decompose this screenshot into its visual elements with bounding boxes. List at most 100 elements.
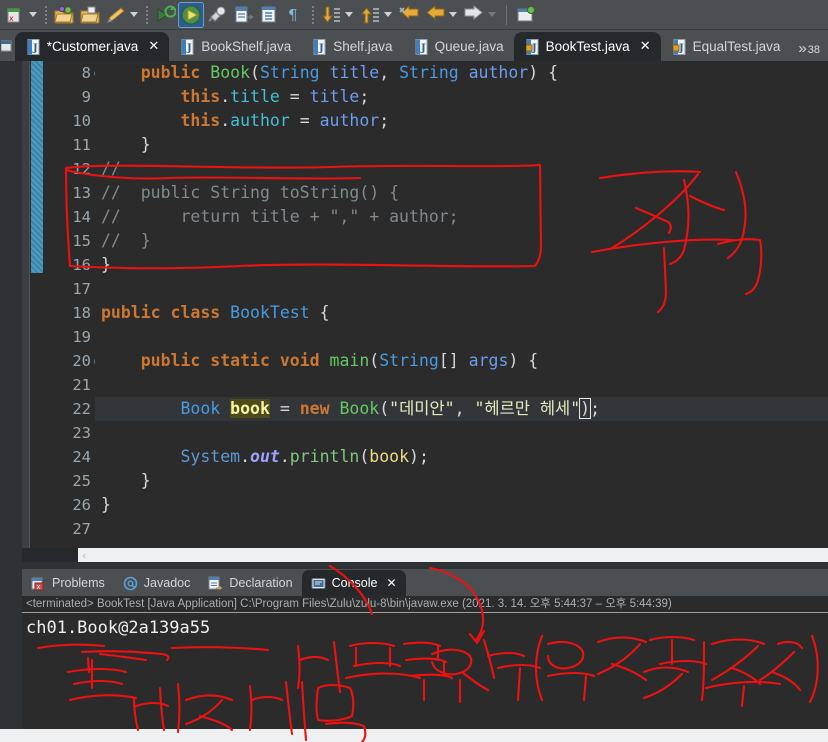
line-number: 18 <box>72 304 91 322</box>
code-line[interactable] <box>95 517 828 541</box>
code-line[interactable]: } <box>95 469 828 493</box>
editor-tab-bookshelfjava[interactable]: J BookShelf.java <box>169 32 301 61</box>
next-annotation-icon[interactable] <box>319 3 343 27</box>
code-content[interactable]: public Book(String title, String author)… <box>95 61 828 561</box>
line-number: 9 <box>81 88 91 106</box>
code-line[interactable]: this.author = author; <box>95 109 828 133</box>
debug-icon[interactable] <box>153 3 177 27</box>
pi-symbol-icon[interactable]: ¶ <box>283 3 307 27</box>
tab-overflow-indicator[interactable]: » 38 <box>790 41 828 61</box>
code-token: "데미안" <box>389 399 455 418</box>
line-number: 15 <box>72 232 91 250</box>
back-icon[interactable] <box>423 3 447 27</box>
run-external-tools-icon[interactable] <box>205 3 229 27</box>
open-project-icon[interactable] <box>52 3 76 27</box>
code-token: . <box>240 447 251 466</box>
edit-caret-icon[interactable] <box>130 12 138 17</box>
code-line[interactable] <box>95 421 828 445</box>
error-log-icon[interactable]: x <box>3 3 27 27</box>
new-java-class-icon[interactable] <box>231 3 255 27</box>
editor-tab-close-icon[interactable]: ✕ <box>148 39 159 54</box>
code-line[interactable] <box>95 277 828 301</box>
edit-pencil-icon[interactable] <box>104 3 128 27</box>
code-token: ( <box>369 351 380 370</box>
code-token: title <box>230 87 280 106</box>
previous-annotation-icon[interactable] <box>358 3 382 27</box>
code-line[interactable] <box>95 373 828 397</box>
code-token: class <box>170 303 221 322</box>
editor-tab-queuejava[interactable]: J Queue.java <box>403 32 514 61</box>
new-java-package-icon[interactable] <box>257 3 281 27</box>
code-token: this <box>180 87 221 106</box>
code-token: main <box>329 351 370 370</box>
line-number: 13 <box>72 184 91 202</box>
editor-tab-equaltestjava[interactable]: J EqualTest.java <box>661 32 791 61</box>
forward-icon[interactable] <box>462 3 486 27</box>
new-window-icon[interactable] <box>514 3 538 27</box>
code-token: String <box>379 351 439 370</box>
error-log-caret-icon[interactable] <box>29 12 37 17</box>
last-edit-location-icon[interactable] <box>397 3 421 27</box>
line-number: 17 <box>72 280 91 298</box>
editor-overview-rail <box>22 61 30 561</box>
code-token: = <box>289 111 320 130</box>
line-number: 27 <box>72 520 91 538</box>
run-icon[interactable] <box>178 1 204 28</box>
editor-tab-label: *Customer.java <box>46 39 139 54</box>
code-line[interactable]: } <box>95 133 828 157</box>
editor-console-gap <box>0 561 828 569</box>
console-icon <box>311 576 326 591</box>
console-tab-declaration[interactable]: Declaration <box>199 570 301 596</box>
code-editor[interactable]: 8 9 10 11 12 13 14 15 16 17 18 19 20 21 22 23 24 25 26 27 p… <box>22 61 828 561</box>
console-tab-console[interactable]: Console ✕ <box>301 570 406 596</box>
console-tab-problems[interactable]: x Problems <box>22 570 114 596</box>
code-line[interactable]: System.out.println(book); <box>95 445 828 469</box>
java-file-icon: J <box>181 39 194 55</box>
console-tab-label: Console <box>331 576 378 590</box>
next-annotation-caret-icon[interactable] <box>345 12 353 17</box>
code-token: ( <box>379 399 390 418</box>
editor-horizontal-scrollbar[interactable]: ‹ <box>22 548 828 562</box>
editor-tab-close-icon[interactable]: ✕ <box>640 39 651 54</box>
editor-tab-shelfjava[interactable]: J Shelf.java <box>301 32 402 61</box>
console-tab-close-icon[interactable]: ✕ <box>386 576 396 590</box>
forward-caret-icon[interactable] <box>488 12 496 17</box>
console-output[interactable]: ch01.Book@2a139a55 <box>22 614 828 729</box>
code-line[interactable]: public class BookTest { <box>95 301 828 325</box>
line-number: 19 <box>72 328 91 346</box>
code-line[interactable]: // public String toString() { <box>95 181 828 205</box>
code-line[interactable]: // <box>95 157 828 181</box>
code-token: out <box>250 447 280 466</box>
console-tab-javadoc[interactable]: Javadoc <box>114 570 200 596</box>
code-line[interactable]: public static void main(String[] args) { <box>95 349 828 373</box>
code-line[interactable] <box>95 325 828 349</box>
console-tab-label: Problems <box>52 576 105 590</box>
scroll-left-arrow-icon[interactable]: ‹ <box>78 549 86 562</box>
editor-tab-booktestjava[interactable]: J BookTest.java ✕ <box>513 32 661 61</box>
line-number: 20 <box>43 349 103 373</box>
java-file-icon: J <box>27 39 40 55</box>
tab-overflow-count: 38 <box>807 44 820 56</box>
code-line[interactable]: // } <box>95 229 828 253</box>
java-file-icon: J <box>415 39 428 55</box>
java-class-locked-icon: J <box>672 39 686 55</box>
code-line[interactable]: } <box>95 253 828 277</box>
code-token: } <box>101 255 111 274</box>
code-line[interactable]: } <box>95 493 828 517</box>
svg-text:x: x <box>37 583 41 591</box>
line-number: 14 <box>72 208 91 226</box>
code-line[interactable]: this.title = title; <box>95 85 828 109</box>
code-line[interactable]: public Book(String title, String author)… <box>95 61 828 85</box>
open-folder-icon[interactable] <box>78 3 102 27</box>
console-tab-label: Javadoc <box>143 576 191 590</box>
code-token: Book <box>339 399 380 418</box>
editor-tab-customerjava[interactable]: J *Customer.java ✕ <box>14 32 170 61</box>
code-line[interactable]: Book book = new Book("데미안", "헤르만 헤세"); <box>95 397 828 421</box>
line-number: 24 <box>72 448 91 466</box>
code-token: . <box>220 87 231 106</box>
previous-annotation-caret-icon[interactable] <box>384 12 392 17</box>
back-caret-icon[interactable] <box>449 12 457 17</box>
code-token: . <box>279 447 290 466</box>
code-line[interactable]: // return title + "," + author; <box>95 205 828 229</box>
